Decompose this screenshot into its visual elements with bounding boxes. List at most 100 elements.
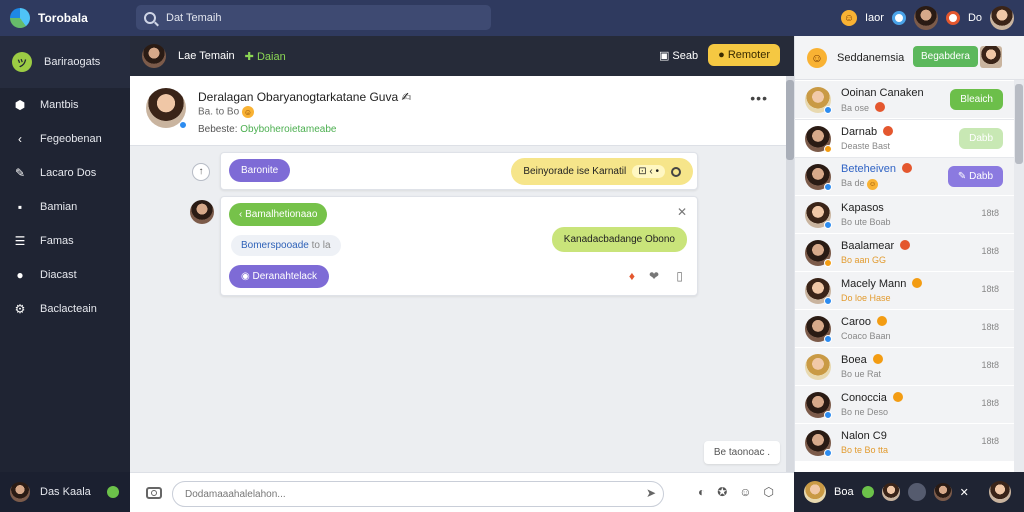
smile-icon: ☺ [807, 47, 827, 68]
panel-avatar[interactable] [980, 46, 1002, 68]
contact-panel-header: ☺ Seddanemsia Begabdera [795, 36, 1024, 80]
app-title: Torobala [38, 11, 88, 25]
remoter-button[interactable]: ● Remoter [708, 44, 780, 66]
link-chip[interactable]: Bomerspooade to la [231, 235, 341, 256]
contact-item[interactable]: Beteheiven Ba de ☺ ✎ Dabb [795, 158, 1015, 195]
brand[interactable]: Torobala [0, 8, 130, 28]
sender-avatar[interactable] [190, 200, 214, 224]
profile-status: Bebeste: Obyboheroietameabe [198, 124, 337, 135]
chat-header: Lae Temain ✚ Daian ▣ Seab ● Remoter [130, 36, 794, 76]
footer-avatar-4[interactable] [988, 481, 1011, 503]
contact-avatar [805, 86, 832, 114]
contact-pill[interactable]: Bleaich [950, 89, 1003, 110]
notification-icon[interactable] [945, 11, 960, 25]
bookmark-icon[interactable]: ▯ [676, 269, 683, 283]
contact-item[interactable]: Macely Mann Do loe Hase 18t8 [795, 272, 1015, 309]
contact-item[interactable]: Conoccia Bo ne Deso 18t8 [795, 386, 1015, 423]
contact-item[interactable]: Nalon C9 Bo te Bo tta 18t8 [795, 424, 1015, 461]
footer-avatar-2[interactable] [881, 483, 900, 501]
search-input[interactable]: Dat Temaih [136, 5, 491, 30]
like-icon[interactable]: ❤ [649, 269, 659, 283]
baronite-button[interactable]: Baronite [229, 159, 291, 182]
contact-pill[interactable]: Dabb [959, 128, 1003, 149]
emoji-icon[interactable]: ☺ [840, 10, 857, 26]
contact-item[interactable]: Darnab Deaste Bast Dabb [795, 120, 1015, 157]
contact-item[interactable]: Ooinan Canaken Ba ose Bleaich [795, 81, 1015, 118]
sidebar-item-label: Bariraogats [44, 56, 101, 68]
message-card-2: ‹ Bamalhetionaao ✕ Bomerspooade to la Ka… [220, 196, 698, 296]
sidebar-item-1[interactable]: ⬢ Mantbis [0, 88, 130, 122]
sidebar-item-5[interactable]: ☰ Famas [0, 224, 130, 258]
contact-avatar [805, 429, 832, 457]
message-tag[interactable]: ‹ Bamalhetionaao [229, 203, 328, 226]
fire-icon[interactable]: ♦ [629, 269, 635, 283]
sidebar-item-7[interactable]: ⚙ Baclacteain [0, 292, 130, 326]
footer-avatar-3[interactable] [933, 483, 952, 501]
bubble-actions-icon[interactable]: ⊡ ‹ • [632, 165, 665, 178]
contact-scrollbar[interactable] [1014, 80, 1024, 472]
more-icon[interactable] [907, 483, 926, 501]
sidebar: ツ Bariraogats ⬢ Mantbis ‹ Fegeobenan ✎ L… [0, 36, 130, 512]
user-avatar [10, 482, 30, 502]
profile-card: Deralagan Obaryanogtarkatane Guva ✍ Ba. … [130, 76, 786, 146]
composer: Dodamaaahalelahon... ➤ ◐ ✪ ☺ ⬡ [130, 472, 794, 512]
composer-tools: ◐ ✪ ☺ ⬡ [698, 485, 774, 499]
top-user-name[interactable]: Iaor [865, 12, 884, 24]
sidebar-item-6[interactable]: ● Diacast [0, 258, 130, 292]
contact-item[interactable]: Kapasos Bo ute Boab 18t8 [795, 196, 1015, 233]
contact-item[interactable]: Boea Bo ue Rat 18t8 [795, 348, 1015, 385]
emoji-icon[interactable]: ☺ [739, 485, 751, 499]
status-icon[interactable] [891, 11, 906, 25]
sidebar-item-2[interactable]: ‹ Fegeobenan [0, 122, 130, 156]
reaction-icon[interactable] [671, 166, 681, 177]
edit-icon: ✎ [14, 166, 26, 180]
sidebar-item-0[interactable]: ツ Bariraogats [0, 36, 130, 88]
more-options-icon[interactable]: ••• [750, 90, 768, 106]
search-icon [144, 11, 156, 24]
reply-bubble: Kanadacbadange Obono [551, 227, 687, 252]
profile-avatar[interactable] [146, 88, 187, 129]
contact-status: ✚ Daian [244, 50, 286, 63]
contact-item[interactable]: Caroo Coaco Baan 18t8 [795, 310, 1015, 347]
chat-scrollbar[interactable] [786, 76, 794, 472]
list-icon: ☰ [14, 234, 26, 248]
sidebar-item-4[interactable]: ▪ Bamian [0, 190, 130, 224]
panel-action-button[interactable]: Begabdera [913, 46, 978, 67]
message-card-1: Baronite Beinyorade ise Karnatil ⊡ ‹ • [220, 152, 698, 190]
sidebar-item-label: Mantbis [40, 99, 79, 111]
right-footer: Boa ✕ [794, 472, 1024, 512]
collapse-icon[interactable]: ✕ [677, 205, 687, 219]
header-actions: ▣ Seab ● Remoter [659, 44, 780, 66]
sidebar-footer[interactable]: Das Kaala [0, 472, 130, 512]
footer-avatar[interactable] [804, 481, 826, 503]
contact-avatar[interactable] [142, 44, 166, 68]
sidebar-item-3[interactable]: ✎ Lacaro Dos [0, 156, 130, 190]
user-name: Das Kaala [40, 486, 91, 498]
star-icon[interactable]: ✪ [717, 485, 727, 499]
header-action[interactable]: ▣ Seab [659, 49, 698, 62]
send-icon[interactable]: ➤ [646, 486, 656, 500]
message-input[interactable]: Dodamaaahalelahon... [172, 481, 664, 507]
top-user-name-2[interactable]: Do [968, 12, 982, 24]
reply-icon[interactable]: ↑ [192, 163, 210, 181]
leaf-icon: ツ [12, 52, 32, 72]
top-bar: Torobala Dat Temaih ☺ Iaor Do [0, 0, 1024, 36]
deranahtelack-button[interactable]: ◉ Deranahtelack [229, 265, 329, 288]
contact-item[interactable]: Baalamear Bo aan GG 18t8 [795, 234, 1015, 271]
shield-icon[interactable]: ◐ [698, 485, 705, 499]
sidebar-item-label: Baclacteain [40, 303, 97, 315]
contact-panel: ☺ Seddanemsia Begabdera Ooinan Canaken Ba… [794, 36, 1024, 472]
profile-avatar[interactable] [990, 6, 1014, 30]
contact-name: Lae Temain [178, 50, 235, 62]
contact-pill[interactable]: ✎ Dabb [947, 166, 1003, 187]
sidebar-item-label: Bamian [40, 201, 78, 213]
contact-panel-title: Seddanemsia [837, 51, 905, 64]
contact-avatar [805, 315, 832, 343]
message-bubble-1: Beinyorade ise Karnatil ⊡ ‹ • [511, 158, 693, 185]
close-icon[interactable]: ✕ [960, 486, 969, 499]
home-icon: ⬢ [14, 98, 26, 112]
camera-icon[interactable] [146, 486, 162, 499]
app-logo-icon [10, 8, 30, 28]
avatar[interactable] [913, 6, 938, 30]
attach-icon[interactable]: ⬡ [764, 485, 774, 499]
